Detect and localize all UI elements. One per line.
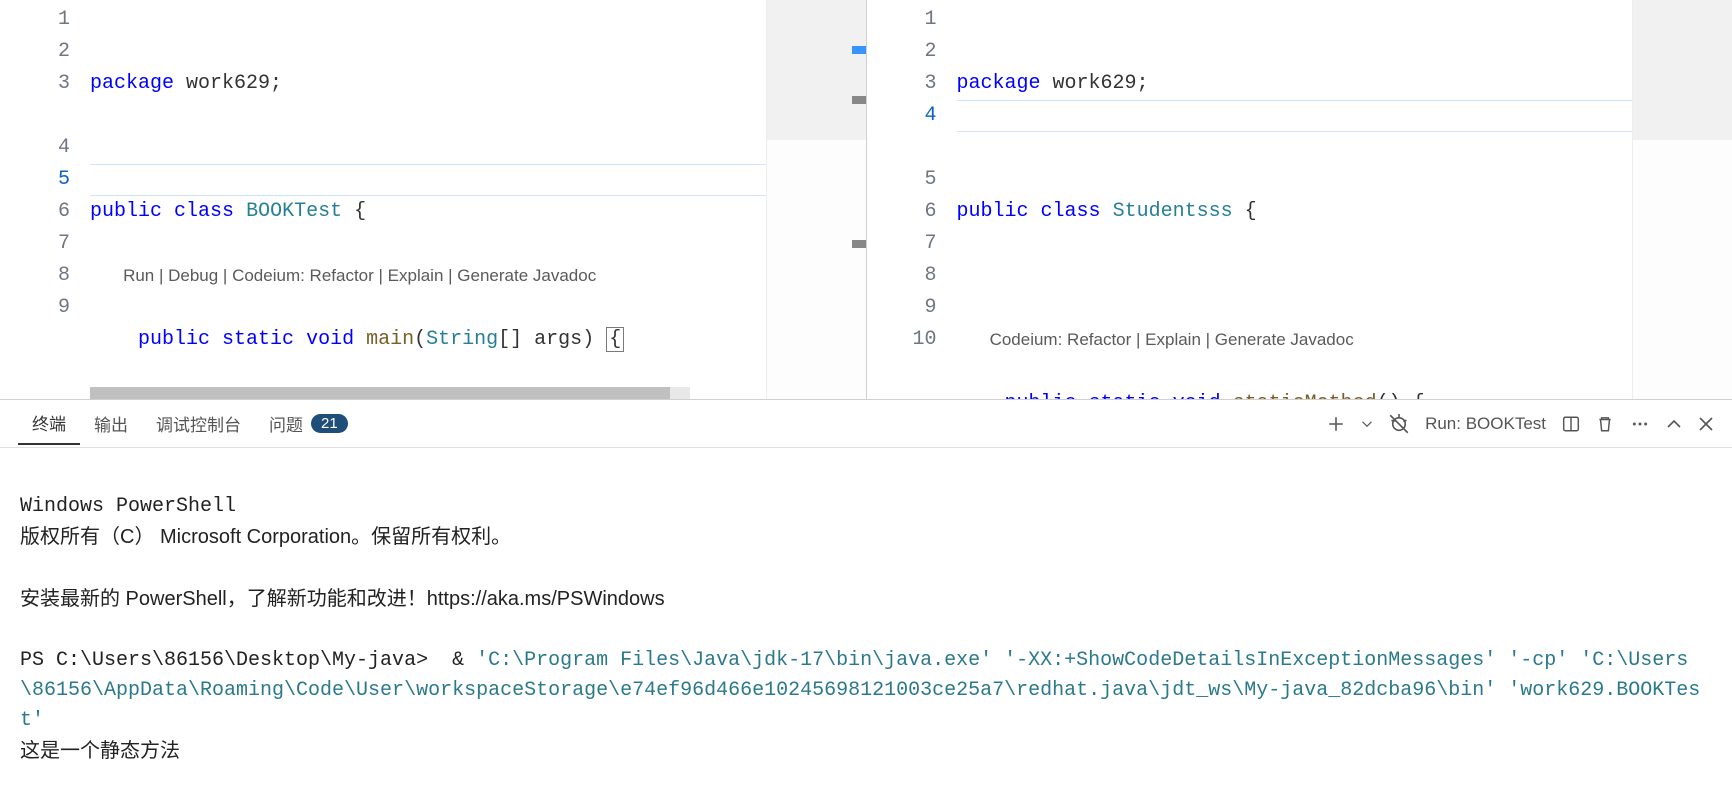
code-content-left[interactable]: package work629; public class BOOKTest {… — [90, 0, 866, 399]
line-number: 7 — [867, 228, 937, 260]
tab-label: 输出 — [94, 411, 128, 436]
debug-icon[interactable] — [1389, 414, 1409, 434]
close-icon[interactable] — [1698, 416, 1714, 432]
code-content-right[interactable]: package work629; public class Studentsss… — [957, 0, 1732, 399]
problems-badge: 21 — [311, 414, 348, 433]
tab-label: 调试控制台 — [156, 411, 241, 436]
codelens-left[interactable]: Run | Debug | Codeium: Refactor | Explai… — [123, 266, 596, 285]
token-keyword: static — [1089, 392, 1161, 399]
gutter-left: 1 2 3 4 5 6 7 8 9 — [0, 0, 90, 399]
tab-output[interactable]: 输出 — [80, 403, 142, 444]
token-class: Studentsss — [1113, 200, 1233, 223]
tab-debug-console[interactable]: 调试控制台 — [142, 403, 255, 444]
terminal-output: 这是一个静态方法 — [20, 740, 180, 762]
bracket-highlight: { — [606, 327, 624, 352]
line-number: 6 — [0, 196, 70, 228]
editor-right[interactable]: 1 2 3 4 5 6 7 8 9 10 package work629; pu… — [867, 0, 1732, 399]
codelens-right[interactable]: Codeium: Refactor | Explain | Generate J… — [990, 330, 1354, 349]
token-class: BOOKTest — [246, 200, 342, 223]
token-keyword: package — [957, 72, 1041, 95]
tab-terminal[interactable]: 终端 — [18, 402, 80, 445]
tab-label: 问题 — [269, 411, 303, 436]
codelens-spacer — [867, 132, 937, 164]
terminal-line: 版权所有（C） Microsoft Corporation。保留所有权利。 — [20, 526, 511, 548]
line-number: 3 — [0, 68, 70, 100]
token-method: staticMethod — [1233, 392, 1377, 399]
code-area-left[interactable]: 1 2 3 4 5 6 7 8 9 package work629; publi… — [0, 0, 866, 399]
token-keyword: void — [306, 328, 354, 351]
panel-actions: Run: BOOKTest — [1327, 414, 1714, 434]
token-keyword: public — [957, 200, 1029, 223]
overview-mark — [852, 46, 866, 54]
line-number: 1 — [0, 4, 70, 36]
chevron-up-icon[interactable] — [1666, 416, 1682, 432]
line-number: 2 — [0, 36, 70, 68]
minimap-viewport[interactable] — [1633, 0, 1732, 140]
panel-tabs: 终端 输出 调试控制台 问题 21 Run: BOOKTest — [0, 400, 1732, 448]
horizontal-scrollbar[interactable] — [90, 387, 690, 399]
editor-left[interactable]: 1 2 3 4 5 6 7 8 9 package work629; publi… — [0, 0, 867, 399]
line-number: 5 — [867, 164, 937, 196]
terminal-line: 安装最新的 PowerShell，了解新功能和改进！https://aka.ms… — [20, 588, 665, 610]
line-number: 2 — [867, 36, 937, 68]
terminal-line: Windows PowerShell — [20, 495, 236, 518]
token-keyword: class — [174, 200, 234, 223]
overview-ruler-left — [852, 0, 866, 399]
overview-mark — [852, 96, 866, 104]
line-number: 1 — [867, 4, 937, 36]
split-terminal-icon[interactable] — [1562, 415, 1580, 433]
terminal-prompt: PS C:\Users\86156\Desktop\My-java> & — [20, 649, 476, 672]
token-keyword: package — [90, 72, 174, 95]
tab-problems[interactable]: 问题 21 — [255, 403, 362, 444]
overview-mark — [852, 240, 866, 248]
line-number: 9 — [867, 292, 937, 324]
line-number: 7 — [0, 228, 70, 260]
token-value: work629 — [1053, 72, 1137, 95]
minimap-left[interactable] — [766, 0, 866, 399]
token-param: args — [534, 328, 582, 351]
token-method: main — [366, 328, 414, 351]
bottom-panel: 终端 输出 调试控制台 问题 21 Run: BOOKTest — [0, 400, 1732, 812]
more-icon[interactable] — [1630, 415, 1650, 433]
token-keyword: public — [1005, 392, 1077, 399]
tab-label: 终端 — [32, 410, 66, 435]
gutter-right: 1 2 3 4 5 6 7 8 9 10 — [867, 0, 957, 399]
token-class: String — [426, 328, 498, 351]
run-configuration-label[interactable]: Run: BOOKTest — [1425, 414, 1546, 434]
code-area-right[interactable]: 1 2 3 4 5 6 7 8 9 10 package work629; pu… — [867, 0, 1732, 399]
token-keyword: class — [1041, 200, 1101, 223]
token-keyword: static — [222, 328, 294, 351]
line-number: 8 — [0, 260, 70, 292]
token-keyword: void — [1173, 392, 1221, 399]
line-number: 4 — [867, 100, 937, 132]
token-keyword: public — [138, 328, 210, 351]
new-terminal-icon[interactable] — [1327, 415, 1345, 433]
line-number: 9 — [0, 292, 70, 324]
terminal-content[interactable]: Windows PowerShell 版权所有（C） Microsoft Cor… — [0, 448, 1732, 812]
token-value: work629 — [186, 72, 270, 95]
line-number: 3 — [867, 68, 937, 100]
line-number: 5 — [0, 164, 70, 196]
line-number: 6 — [867, 196, 937, 228]
codelens-spacer — [0, 100, 70, 132]
active-line-highlight — [90, 164, 866, 196]
line-number: 4 — [0, 132, 70, 164]
minimap-right[interactable] — [1632, 0, 1732, 399]
editor-split: 1 2 3 4 5 6 7 8 9 package work629; publi… — [0, 0, 1732, 400]
chevron-down-icon[interactable] — [1361, 418, 1373, 430]
token-keyword: public — [90, 200, 162, 223]
line-number: 8 — [867, 260, 937, 292]
trash-icon[interactable] — [1596, 415, 1614, 433]
active-line-highlight — [957, 100, 1732, 132]
line-number: 10 — [867, 324, 937, 356]
